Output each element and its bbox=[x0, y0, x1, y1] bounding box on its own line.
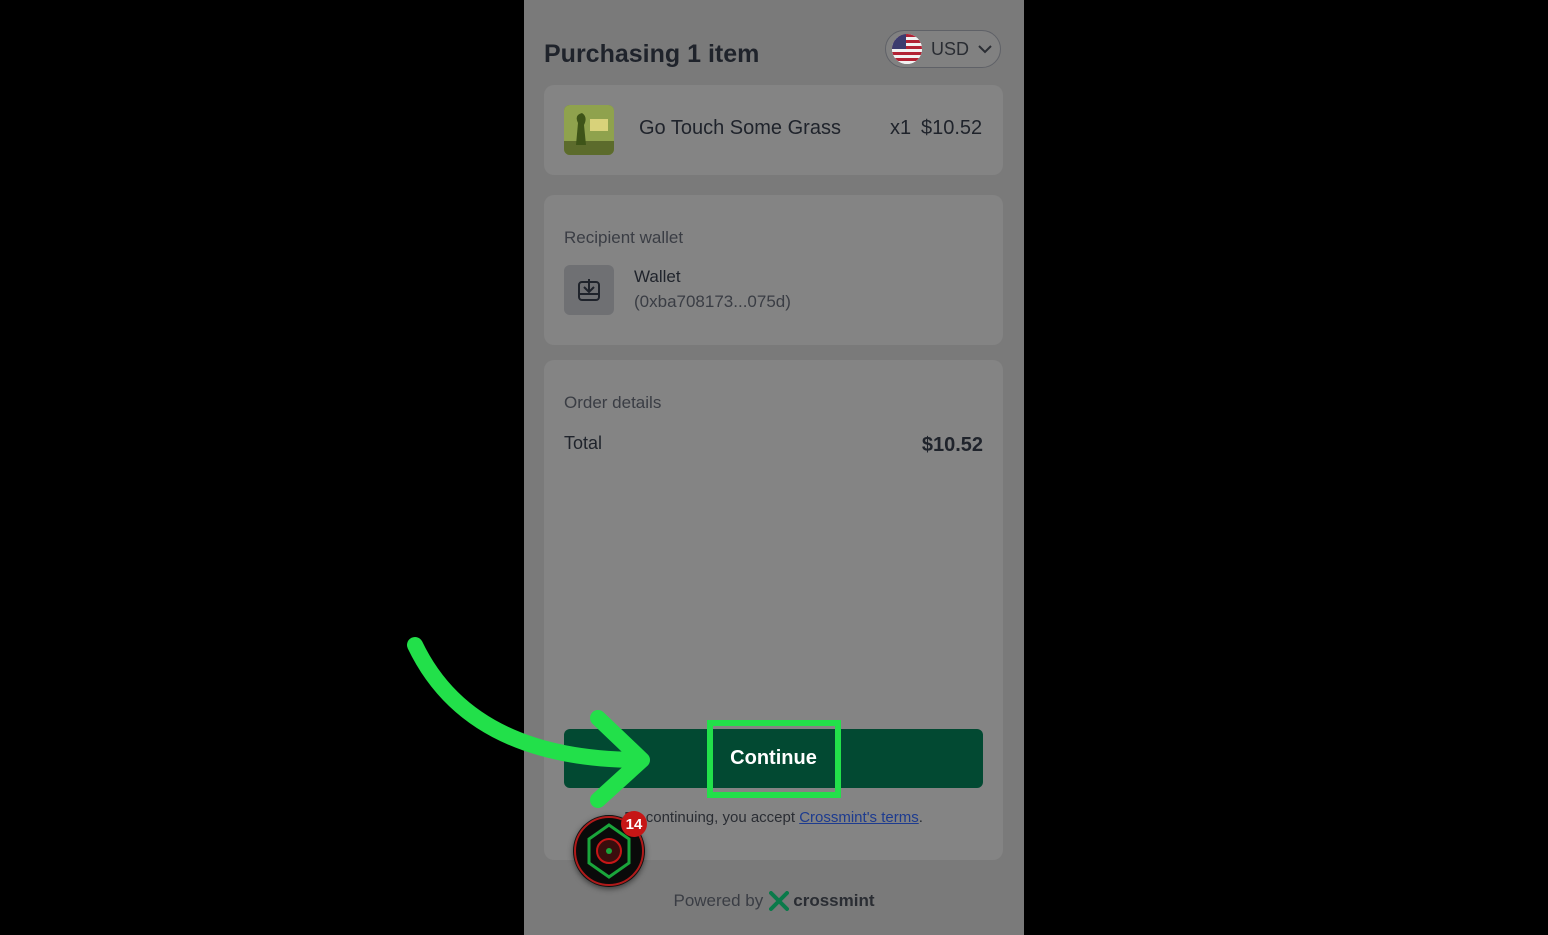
notification-badge: 14 bbox=[621, 811, 647, 837]
continue-highlight-box bbox=[707, 720, 841, 798]
